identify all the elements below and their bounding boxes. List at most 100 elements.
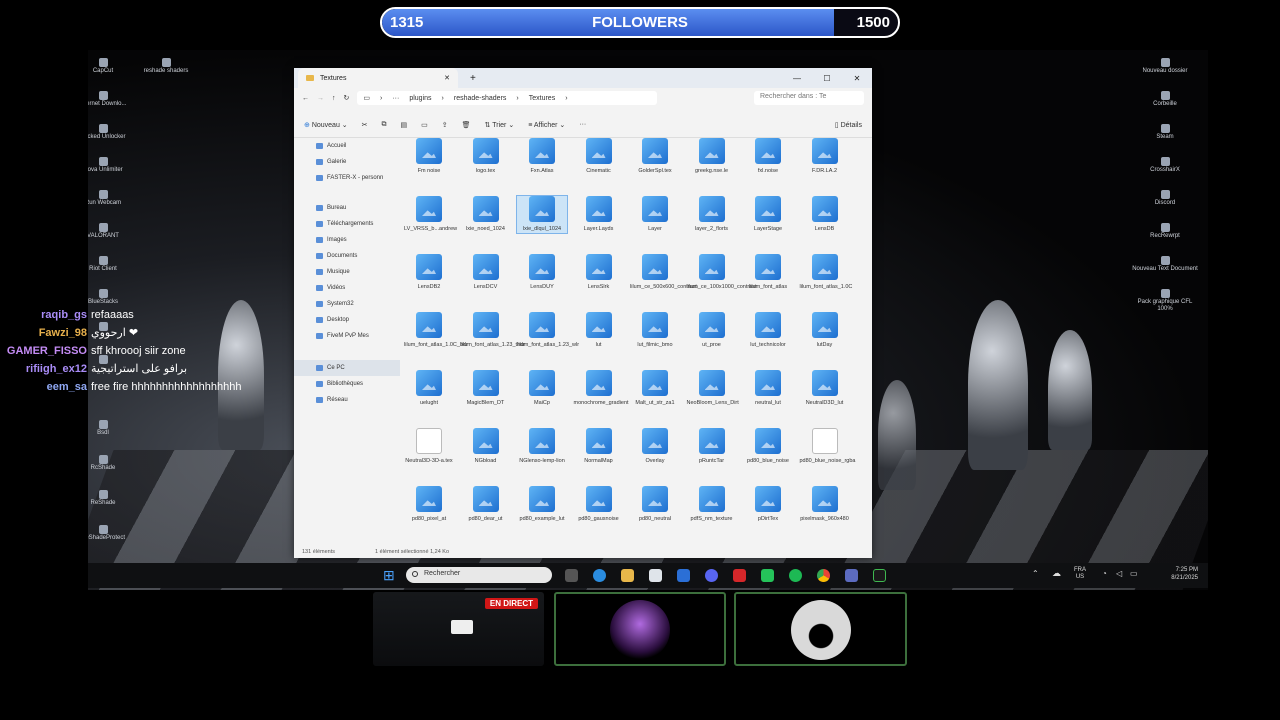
file-item[interactable]: pRuntcTar: [687, 428, 737, 465]
nav-item[interactable]: Bureau: [294, 200, 400, 216]
desktop-shortcut[interactable]: reshade shaders: [131, 58, 201, 75]
file-item[interactable]: LayerStage: [743, 196, 793, 233]
file-item[interactable]: MagicBlem_DT: [461, 370, 511, 407]
discord-icon[interactable]: [705, 569, 718, 582]
sort-button[interactable]: ⇅ Trier ⌄: [485, 121, 515, 129]
nav-item[interactable]: Images: [294, 232, 400, 248]
rename-icon[interactable]: ▭: [421, 121, 428, 129]
terminal-icon[interactable]: [873, 569, 886, 582]
desktop-shortcut[interactable]: VALORANT: [88, 223, 138, 240]
whatsapp-icon[interactable]: [761, 569, 774, 582]
spotify-icon[interactable]: [789, 569, 802, 582]
new-tab-icon[interactable]: +: [470, 73, 476, 84]
file-item[interactable]: Fm noise: [404, 138, 454, 175]
file-item[interactable]: NGbload: [461, 428, 511, 465]
more-button[interactable]: ···: [579, 121, 586, 128]
desktop-shortcut[interactable]: RecRewrpt: [1130, 223, 1200, 240]
desktop-shortcut[interactable]: Discord: [1130, 190, 1200, 207]
file-item[interactable]: lxie_dlqul_1024: [516, 195, 568, 234]
desktop-shortcut[interactable]: Bsdl: [88, 420, 138, 437]
nav-item[interactable]: Musique: [294, 264, 400, 280]
file-item[interactable]: Fxn.Atlas: [517, 138, 567, 175]
tab-textures[interactable]: Textures ✕: [298, 68, 458, 88]
details-button[interactable]: ▯ Détails: [835, 121, 862, 129]
minimize-icon[interactable]: —: [782, 74, 812, 83]
cut-icon[interactable]: ✂: [362, 121, 368, 129]
file-item[interactable]: LensDB2: [404, 254, 454, 291]
battery-icon[interactable]: ▭: [1130, 569, 1138, 578]
file-item[interactable]: GolderSpl.tex: [630, 138, 680, 175]
desktop-shortcut[interactable]: Clicked Unlocker: [88, 124, 138, 141]
back-arrow-icon[interactable]: ←: [302, 95, 309, 102]
file-item[interactable]: Overlay: [630, 428, 680, 465]
nav-item[interactable]: Galerie: [294, 154, 400, 170]
file-item[interactable]: Cinematic: [574, 138, 624, 175]
nav-item[interactable]: Ce PC: [294, 360, 400, 376]
file-item[interactable]: lilum_font_atlas_1.0C: [800, 254, 852, 291]
tray-chevron-icon[interactable]: ⌃: [1032, 569, 1039, 578]
file-item[interactable]: pDirtTex: [743, 486, 793, 523]
forward-arrow-icon[interactable]: →: [317, 95, 324, 102]
desktop-shortcut[interactable]: Riot Client: [88, 256, 138, 273]
file-item[interactable]: pd80_blue_noise_rgba: [800, 428, 855, 465]
desktop-shortcut[interactable]: ReShadeProtect: [88, 525, 138, 542]
file-item[interactable]: Neutral3D-3D-a.tex: [404, 428, 454, 465]
file-item[interactable]: Malt_ut_str_za1: [630, 370, 680, 407]
breadcrumb[interactable]: ▭ › ··· plugins › reshade-shaders › Text…: [357, 91, 658, 105]
desktop-shortcut[interactable]: Rova Unlimiter: [88, 157, 138, 174]
maximize-icon[interactable]: ☐: [812, 74, 842, 83]
close-tab-icon[interactable]: ✕: [444, 74, 450, 82]
file-item[interactable]: layer_2_florts: [687, 196, 737, 233]
search-input[interactable]: Rechercher dans : Te: [754, 91, 864, 105]
file-item[interactable]: greekg.nse.le: [687, 138, 737, 175]
nav-item[interactable]: Bibliothèques: [294, 376, 400, 392]
view-button[interactable]: ≡ Afficher ⌄: [528, 121, 565, 129]
file-item[interactable]: Layer.Layds: [574, 196, 624, 233]
file-item[interactable]: lilum_font_atlas: [743, 254, 793, 291]
file-item[interactable]: Layer: [630, 196, 680, 233]
l-app-icon[interactable]: [733, 569, 746, 582]
desktop-shortcut[interactable]: ReShade: [88, 490, 138, 507]
file-item[interactable]: logo.tex: [461, 138, 511, 175]
file-item[interactable]: NeutralD3D_lut: [800, 370, 850, 407]
file-item[interactable]: lutDay: [800, 312, 850, 349]
file-item[interactable]: LensDB: [800, 196, 850, 233]
file-item[interactable]: lilum_font_atlas_1.0C_bdr: [404, 312, 468, 349]
new-button[interactable]: ⊕ Nouveau ⌄: [304, 121, 348, 129]
nav-item[interactable]: FASTER-X - personn: [294, 170, 400, 186]
file-item[interactable]: pd80_example_lut: [517, 486, 567, 523]
nav-item[interactable]: Téléchargements: [294, 216, 400, 232]
file-item[interactable]: monochrome_gradient: [574, 370, 629, 407]
nav-item[interactable]: Réseau: [294, 392, 400, 408]
refresh-icon[interactable]: ↻: [344, 94, 350, 102]
desktop-shortcut[interactable]: CrosshairX: [1130, 157, 1200, 174]
file-item[interactable]: lut_filmic_bmo: [630, 312, 680, 349]
file-item[interactable]: lilum_font_atlas_1.23_thdr: [461, 312, 525, 349]
file-item[interactable]: LensDUY: [517, 254, 567, 291]
desktop-shortcut[interactable]: Nouveau dossier: [1130, 58, 1200, 75]
file-item[interactable]: LV_VRSS_b...andrew: [404, 196, 457, 233]
nav-item[interactable]: System32: [294, 296, 400, 312]
file-item[interactable]: fxl.noise: [743, 138, 793, 175]
desktop-shortcut[interactable]: Corbeille: [1130, 91, 1200, 108]
file-item[interactable]: pd80_gausnoise: [574, 486, 624, 523]
clock[interactable]: 7:25 PM 8/21/2025: [1171, 566, 1198, 582]
file-item[interactable]: LensSlrk: [574, 254, 624, 291]
breadcrumb-plugins[interactable]: plugins: [409, 95, 431, 102]
file-item[interactable]: pdfS_nm_texture: [687, 486, 737, 523]
task-view-icon[interactable]: [565, 569, 578, 582]
file-explorer-icon[interactable]: [621, 569, 634, 582]
desktop-shortcut[interactable]: Nouveau Text Document: [1130, 256, 1200, 273]
breadcrumb-textures[interactable]: Textures: [529, 95, 555, 102]
cloud-icon[interactable]: ☁: [1052, 568, 1061, 579]
file-item[interactable]: lut_technicolor: [743, 312, 793, 349]
paste-icon[interactable]: ▤: [401, 121, 408, 129]
desktop-shortcut[interactable]: Run Webcam: [88, 190, 138, 207]
windows-start-icon[interactable]: ⊞: [383, 568, 397, 582]
volume-icon[interactable]: ◁: [1116, 569, 1122, 578]
file-item[interactable]: pd80_pixel_at: [404, 486, 454, 523]
nav-item[interactable]: Vidéos: [294, 280, 400, 296]
file-item[interactable]: MaiCp: [517, 370, 567, 407]
nav-item[interactable]: Documents: [294, 248, 400, 264]
file-item[interactable]: pd80_dear_ut: [461, 486, 511, 523]
